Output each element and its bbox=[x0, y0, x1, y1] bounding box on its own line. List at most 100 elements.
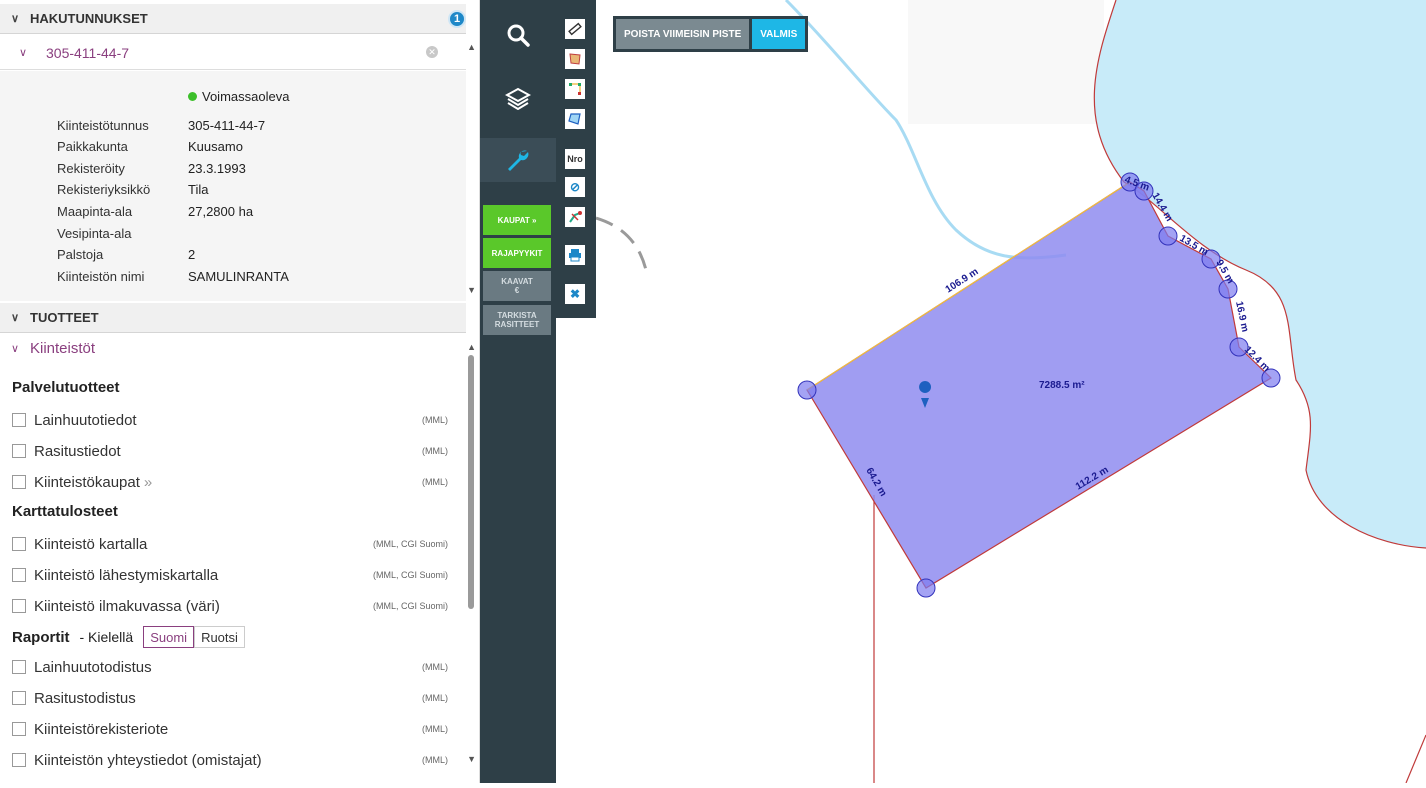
map-area-left[interactable] bbox=[556, 217, 609, 783]
route-tool[interactable] bbox=[565, 207, 585, 227]
product-item[interactable]: Lainhuutotiedot (MML) bbox=[12, 409, 448, 431]
done-button[interactable]: VALMIS bbox=[752, 19, 806, 49]
product-item[interactable]: Rasitustiedot (MML) bbox=[12, 440, 448, 462]
remove-last-point-button[interactable]: POISTA VIIMEISIN PISTE bbox=[616, 19, 750, 49]
product-label: Kiinteistö lähestymiskartalla bbox=[34, 566, 219, 584]
results-count-badge: 1 bbox=[448, 10, 466, 28]
product-item[interactable]: Kiinteistö ilmakuvassa (väri) (MML, CGI S… bbox=[12, 595, 448, 617]
product-source: (MML) bbox=[422, 662, 448, 672]
lang-finnish-button[interactable]: Suomi bbox=[143, 626, 195, 648]
product-label: Lainhuutotodistus bbox=[34, 658, 152, 676]
product-source: (MML) bbox=[422, 724, 448, 734]
product-label: Kiinteistökaupat bbox=[34, 473, 140, 491]
kaavat-label: KAAVAT bbox=[501, 277, 533, 286]
map-tools-panel: Nro ⊘ ✖ bbox=[556, 0, 596, 318]
clear-tool[interactable]: ⊘ bbox=[565, 177, 585, 197]
location-pin-icon[interactable] bbox=[919, 381, 932, 393]
number-tool[interactable]: Nro bbox=[565, 149, 585, 169]
route-icon bbox=[569, 211, 582, 223]
checkbox[interactable] bbox=[12, 691, 26, 705]
product-item[interactable]: Kiinteistön yhteystiedot (omistajat) (MML… bbox=[12, 749, 448, 771]
detail-row: Palstoja 2 bbox=[57, 247, 457, 262]
polygon-tool[interactable] bbox=[565, 109, 585, 129]
tools-button[interactable] bbox=[480, 138, 556, 182]
detail-value: 23.3.1993 bbox=[188, 161, 246, 176]
checkbox[interactable] bbox=[12, 413, 26, 427]
main-toolbar: KAUPAT » RAJAPYYKIT KAAVAT € TARKISTA RASI… bbox=[480, 0, 556, 783]
print-tool[interactable] bbox=[565, 245, 585, 265]
checkbox[interactable] bbox=[12, 444, 26, 458]
product-item[interactable]: Kiinteistö kartalla (MML, CGI Suomi) bbox=[12, 533, 448, 555]
lang-swedish-button[interactable]: Ruotsi bbox=[194, 626, 245, 648]
polygon-icon bbox=[568, 113, 581, 125]
category-kiinteistot[interactable]: ∨ Kiinteistöt bbox=[0, 340, 95, 357]
product-label: Kiinteistö ilmakuvassa (väri) bbox=[34, 597, 220, 615]
scroll-up-icon[interactable]: ▲ bbox=[467, 42, 476, 52]
product-item[interactable]: Kiinteistökaupat» (MML) bbox=[12, 471, 448, 493]
detail-key: Maapinta-ala bbox=[57, 204, 133, 219]
product-source: (MML, CGI Suomi) bbox=[372, 601, 448, 611]
language-label: - Kielellä bbox=[79, 629, 134, 645]
detail-key: Rekisteriyksikkö bbox=[57, 182, 151, 197]
layers-button[interactable] bbox=[480, 68, 556, 128]
check-easements-button[interactable]: TARKISTA RASITTEET bbox=[483, 305, 551, 335]
detail-value: Tila bbox=[188, 182, 209, 197]
rajapyykit-button[interactable]: RAJAPYYKIT bbox=[483, 238, 551, 268]
checkbox[interactable] bbox=[12, 722, 26, 736]
detail-key: Kiinteistötunnus bbox=[57, 118, 149, 133]
checkbox[interactable] bbox=[12, 568, 26, 582]
scroll-down-icon[interactable]: ▼ bbox=[467, 285, 476, 295]
product-label: Kiinteistörekisteriote bbox=[34, 720, 169, 738]
product-item[interactable]: Kiinteistö lähestymiskartalla (MML, CGI S… bbox=[12, 564, 448, 586]
scrollbar-thumb[interactable] bbox=[468, 355, 474, 609]
easements-label: RASITTEET bbox=[494, 320, 540, 329]
checkbox[interactable] bbox=[12, 753, 26, 767]
checkbox[interactable] bbox=[12, 660, 26, 674]
detail-key: Paikkakunta bbox=[57, 139, 128, 154]
detail-value: Kuusamo bbox=[188, 139, 243, 154]
detail-key: Rekisteröity bbox=[57, 161, 125, 176]
detail-row: Rekisteröity 23.3.1993 bbox=[57, 161, 457, 176]
kaavat-price-label: € bbox=[514, 286, 520, 295]
status-text: Voimassaoleva bbox=[202, 89, 290, 104]
map-svg: 7288.5 m² 106.9 m 4.5 m 14.4 m 13.5 m 9.… bbox=[595, 0, 1426, 784]
product-source: (MML) bbox=[422, 693, 448, 703]
checkbox[interactable] bbox=[12, 537, 26, 551]
scroll-up-icon[interactable]: ▲ bbox=[467, 342, 476, 352]
detail-key: Palstoja bbox=[57, 247, 104, 262]
chevron-down-icon: ∨ bbox=[10, 312, 20, 324]
status-dot-icon bbox=[188, 92, 197, 101]
detail-value: 2 bbox=[188, 247, 196, 262]
close-tools-button[interactable]: ✖ bbox=[565, 284, 585, 304]
kaupat-button[interactable]: KAUPAT » bbox=[483, 205, 551, 235]
checkbox[interactable] bbox=[12, 599, 26, 613]
detail-row: Kiinteistön nimi SAMULINRANTA bbox=[57, 269, 457, 284]
left-panel: ∨ HAKUTUNNUKSET 1 ▲ ▼ ∨ 305-411-44-7 ✕ V… bbox=[0, 0, 480, 783]
detail-value: SAMULINRANTA bbox=[188, 269, 289, 284]
detail-row: Vesipinta-ala bbox=[57, 226, 457, 241]
close-icon[interactable]: ✕ bbox=[426, 46, 438, 58]
product-item[interactable]: Kiinteistörekisteriote (MML) bbox=[12, 718, 448, 740]
search-button[interactable] bbox=[480, 5, 556, 65]
map-road bbox=[592, 217, 609, 304]
scroll-down-icon[interactable]: ▼ bbox=[467, 754, 476, 764]
product-source: (MML) bbox=[422, 477, 448, 487]
kaavat-button[interactable]: KAAVAT € bbox=[483, 271, 551, 301]
map-canvas[interactable]: 7288.5 m² 106.9 m 4.5 m 14.4 m 13.5 m 9.… bbox=[595, 0, 1426, 784]
parcel-id: 305-411-44-7 bbox=[46, 44, 130, 61]
reports-row: Raportit - Kielellä Suomi Ruotsi bbox=[12, 626, 245, 648]
points-tool[interactable] bbox=[565, 79, 585, 99]
product-item[interactable]: Rasitustodistus (MML) bbox=[12, 687, 448, 709]
products-header[interactable]: ∨ TUOTTEET bbox=[0, 303, 466, 333]
search-results-header[interactable]: ∨ HAKUTUNNUKSET 1 bbox=[0, 4, 466, 34]
expand-icon[interactable]: » bbox=[144, 474, 152, 491]
detail-value: 305-411-44-7 bbox=[188, 118, 266, 133]
product-item[interactable]: Lainhuutotodistus (MML) bbox=[12, 656, 448, 678]
checkbox[interactable] bbox=[12, 475, 26, 489]
group-map-prints: Karttatulosteet bbox=[12, 503, 118, 520]
area-icon bbox=[569, 53, 581, 65]
parcel-row[interactable]: ∨ 305-411-44-7 ✕ bbox=[0, 36, 466, 70]
measure-line-tool[interactable] bbox=[565, 19, 585, 39]
measure-area-tool[interactable] bbox=[565, 49, 585, 69]
boundary-line bbox=[1405, 734, 1426, 784]
